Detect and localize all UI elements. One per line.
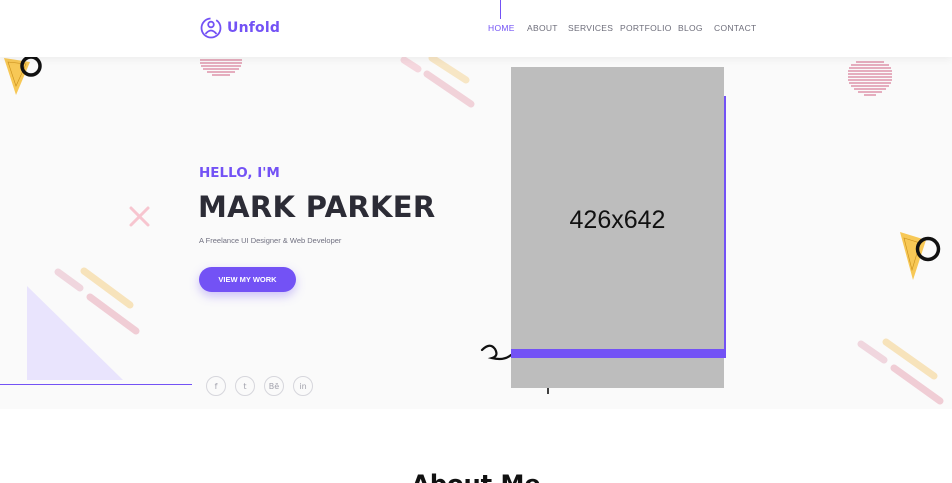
site-header: Unfold HOME ABOUT SERVICES PORTFOLIO BLO… (0, 0, 952, 57)
logo[interactable]: Unfold (199, 16, 280, 40)
hero-photo-placeholder: 426x642 (511, 67, 724, 388)
nav-portfolio[interactable]: PORTFOLIO (620, 23, 678, 33)
hero-name: MARK PARKER (198, 190, 436, 224)
facebook-icon[interactable]: f (206, 376, 226, 396)
behance-icon[interactable]: Bē (264, 376, 284, 396)
logo-icon (200, 17, 222, 39)
hero-greeting: HELLO, I'M (199, 165, 280, 181)
photo-size-label: 426x642 (569, 206, 666, 234)
hero-divider-line (0, 384, 192, 385)
decorative-shapes (4, 54, 944, 405)
view-my-work-button[interactable]: VIEW MY WORK (199, 267, 296, 292)
twitter-icon[interactable]: t (235, 376, 255, 396)
brand-name: Unfold (227, 20, 281, 36)
about-title: About Me (0, 470, 952, 483)
hero-role: A Freelance UI Designer & Web Developer (199, 236, 342, 245)
nav-indicator-line (500, 0, 501, 19)
photo-frame-bottom-accent (511, 349, 726, 358)
linkedin-icon[interactable]: in (293, 376, 313, 396)
main-nav: HOME ABOUT SERVICES PORTFOLIO BLOG CONTA… (488, 23, 757, 33)
nav-about[interactable]: ABOUT (527, 23, 568, 33)
nav-contact[interactable]: CONTACT (714, 23, 757, 33)
social-links: f t Bē in (206, 376, 313, 396)
nav-services[interactable]: SERVICES (568, 23, 620, 33)
nav-blog[interactable]: BLOG (678, 23, 714, 33)
nav-home[interactable]: HOME (488, 23, 527, 33)
